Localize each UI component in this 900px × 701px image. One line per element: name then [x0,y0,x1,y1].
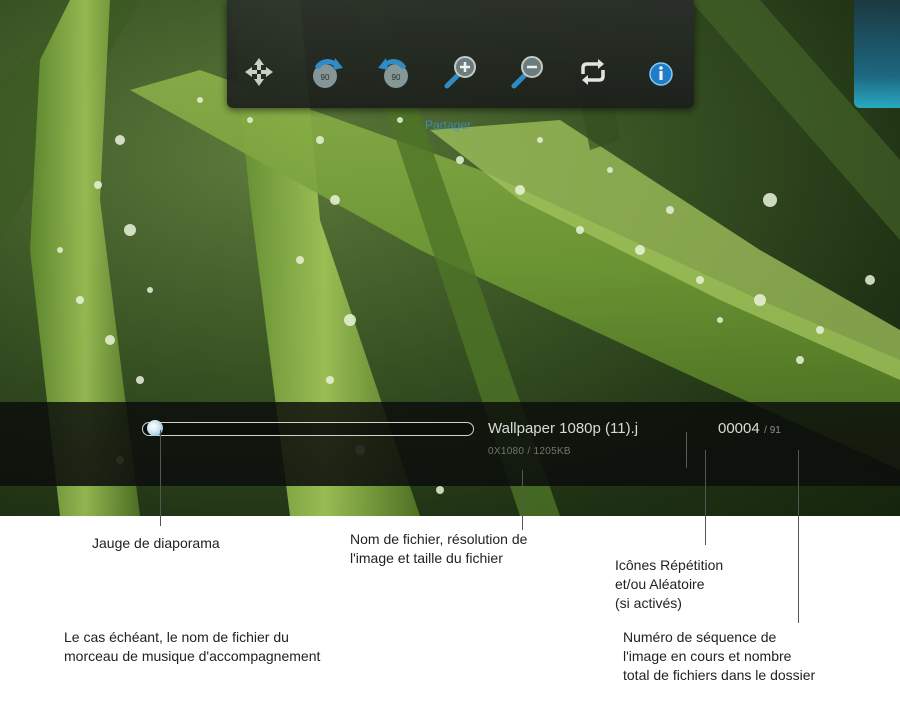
file-name: Wallpaper 1080p (11).j [488,420,639,437]
slideshow-info-bar: Wallpaper 1080p (11).j 0X1080 / 1205KB 0… [0,402,900,486]
photo-viewer[interactable]: 90 90 Partager Wallpaper 1080p (11).j 0X… [0,0,900,516]
callout-line-gauge [160,430,161,526]
image-toolbar: 90 90 [227,0,900,108]
rotate-clockwise-button[interactable]: 90 [307,52,347,92]
callout-line-filename [522,470,523,530]
annotation-sequence: Numéro de séquence de l'image en cours e… [623,629,816,683]
toolbar-ghost-label: Partager [425,118,472,132]
sequence-total: / 91 [764,425,781,436]
sequence-number: 00004 / 91 [718,420,781,438]
annotation-music: Le cas échéant, le nom de fichier du mor… [64,629,321,664]
annotation-repeat: Icônes Répétition et/ou Aléatoire (si ac… [615,557,724,611]
annotation-filename: Nom de fichier, résolution de l'image et… [350,531,528,566]
sequence-current: 00004 [718,420,760,437]
zoom-out-icon [511,56,543,89]
info-button[interactable] [641,52,681,92]
callout-line-sequence [798,450,799,623]
svg-text:90: 90 [321,73,330,82]
rotate-left-90-icon: 90 [378,58,408,88]
info-icon [649,62,673,86]
callout-line-repeat [705,450,706,545]
move-pan-button[interactable] [239,52,279,92]
info-button-highlight [854,0,900,108]
annotation-gauge: Jauge de diaporama [92,535,220,551]
resolution-size: 0X1080 / 1205KB [488,446,571,457]
slideshow-gauge [142,420,474,436]
rotate-right-90-icon: 90 [313,58,343,88]
move-arrows-icon [245,58,273,86]
svg-text:90: 90 [392,73,401,82]
zoom-in-button[interactable] [441,52,481,92]
repeat-button[interactable] [573,52,613,92]
repeat-icon [581,59,605,85]
infobar-divider [686,432,687,468]
zoom-in-icon [444,56,476,89]
zoom-out-button[interactable] [508,52,548,92]
rotate-counterclockwise-button[interactable]: 90 [374,52,414,92]
